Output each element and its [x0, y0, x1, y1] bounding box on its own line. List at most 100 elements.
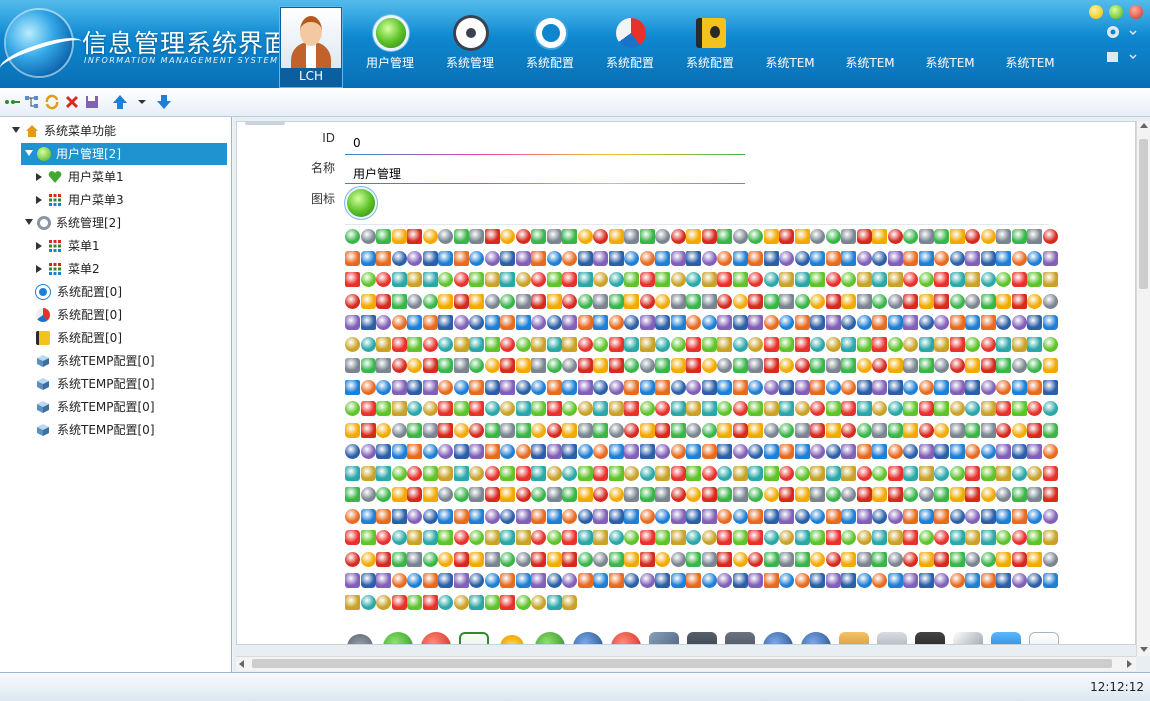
icon-option[interactable]: [981, 552, 996, 567]
floppy-icon[interactable]: [687, 632, 717, 644]
icon-option[interactable]: [702, 552, 717, 567]
icon-option[interactable]: [888, 315, 903, 330]
icon-option[interactable]: [640, 401, 655, 416]
runner-icon[interactable]: [383, 632, 413, 644]
icon-option[interactable]: [562, 509, 577, 524]
icon-option[interactable]: [454, 530, 469, 545]
tree-item-system-management[interactable]: 系统管理[2]: [21, 212, 227, 234]
icon-option[interactable]: [640, 251, 655, 266]
icon-option[interactable]: [454, 552, 469, 567]
icon-option[interactable]: [500, 487, 515, 502]
icon-option[interactable]: [1012, 315, 1027, 330]
icon-option[interactable]: [655, 423, 670, 438]
scroll-left-icon[interactable]: [239, 660, 244, 668]
nav-system-tem-1[interactable]: 系统TEM: [754, 18, 826, 78]
icon-option[interactable]: [748, 337, 763, 352]
icon-option[interactable]: [361, 466, 376, 481]
icon-option[interactable]: [702, 294, 717, 309]
icon-option[interactable]: [841, 315, 856, 330]
icon-option[interactable]: [1027, 444, 1042, 459]
icon-option[interactable]: [981, 509, 996, 524]
icon-option[interactable]: [748, 444, 763, 459]
icon-option[interactable]: [748, 466, 763, 481]
icon-option[interactable]: [872, 552, 887, 567]
icon-option[interactable]: [547, 272, 562, 287]
icon-option[interactable]: [361, 530, 376, 545]
icon-option[interactable]: [888, 487, 903, 502]
icon-option[interactable]: [516, 229, 531, 244]
icon-option[interactable]: [795, 444, 810, 459]
icon-option[interactable]: [655, 573, 670, 588]
icon-option[interactable]: [810, 251, 825, 266]
icon-option[interactable]: [531, 251, 546, 266]
icon-option[interactable]: [888, 251, 903, 266]
icon-option[interactable]: [454, 401, 469, 416]
icon-option[interactable]: [779, 358, 794, 373]
icon-option[interactable]: [624, 358, 639, 373]
icon-option[interactable]: [423, 294, 438, 309]
icon-option[interactable]: [593, 294, 608, 309]
icon-option[interactable]: [609, 380, 624, 395]
icon-option[interactable]: [345, 595, 360, 610]
icon-option[interactable]: [593, 466, 608, 481]
icon-option[interactable]: [919, 530, 934, 545]
icon-option[interactable]: [996, 552, 1011, 567]
icon-option[interactable]: [345, 358, 360, 373]
icon-option[interactable]: [640, 380, 655, 395]
icon-option[interactable]: [376, 423, 391, 438]
icon-option[interactable]: [454, 444, 469, 459]
icon-option[interactable]: [748, 315, 763, 330]
icon-option[interactable]: [996, 294, 1011, 309]
icon-option[interactable]: [578, 315, 593, 330]
icon-option[interactable]: [345, 315, 360, 330]
icon-option[interactable]: [950, 573, 965, 588]
icon-option[interactable]: [795, 423, 810, 438]
icon-option[interactable]: [361, 552, 376, 567]
icon-option[interactable]: [562, 294, 577, 309]
icon-option[interactable]: [469, 337, 484, 352]
icon-option[interactable]: [609, 444, 624, 459]
monitor-icon[interactable]: [915, 632, 945, 644]
icon-option[interactable]: [779, 487, 794, 502]
icon-option[interactable]: [562, 229, 577, 244]
icon-option[interactable]: [795, 401, 810, 416]
move-up-icon[interactable]: [112, 94, 128, 110]
expand-arrow-icon[interactable]: [36, 242, 42, 250]
icon-option[interactable]: [872, 251, 887, 266]
icon-option[interactable]: [779, 423, 794, 438]
icon-option[interactable]: [733, 337, 748, 352]
icon-option[interactable]: [392, 509, 407, 524]
icon-option[interactable]: [655, 315, 670, 330]
icon-option[interactable]: [609, 251, 624, 266]
icon-option[interactable]: [841, 229, 856, 244]
icon-option[interactable]: [919, 509, 934, 524]
icon-option[interactable]: [376, 530, 391, 545]
icon-option[interactable]: [624, 337, 639, 352]
expand-arrow-icon[interactable]: [25, 150, 33, 156]
icon-option[interactable]: [469, 573, 484, 588]
icon-option[interactable]: [686, 272, 701, 287]
icon-option[interactable]: [810, 229, 825, 244]
icon-option[interactable]: [516, 423, 531, 438]
icon-option[interactable]: [934, 315, 949, 330]
icon-option[interactable]: [996, 337, 1011, 352]
icon-option[interactable]: [655, 552, 670, 567]
icon-option[interactable]: [624, 229, 639, 244]
icon-option[interactable]: [469, 595, 484, 610]
icon-option[interactable]: [547, 315, 562, 330]
icon-option[interactable]: [950, 530, 965, 545]
icon-option[interactable]: [764, 358, 779, 373]
cabinet-icon[interactable]: [839, 632, 869, 644]
icon-option[interactable]: [779, 272, 794, 287]
chevron-down-icon[interactable]: [1129, 54, 1137, 60]
icon-option[interactable]: [547, 466, 562, 481]
icon-option[interactable]: [531, 315, 546, 330]
icon-option[interactable]: [857, 466, 872, 481]
icon-option[interactable]: [934, 466, 949, 481]
icon-option[interactable]: [624, 444, 639, 459]
icon-option[interactable]: [857, 358, 872, 373]
icon-option[interactable]: [376, 294, 391, 309]
icon-option[interactable]: [841, 530, 856, 545]
icon-option[interactable]: [671, 573, 686, 588]
icon-option[interactable]: [1012, 530, 1027, 545]
